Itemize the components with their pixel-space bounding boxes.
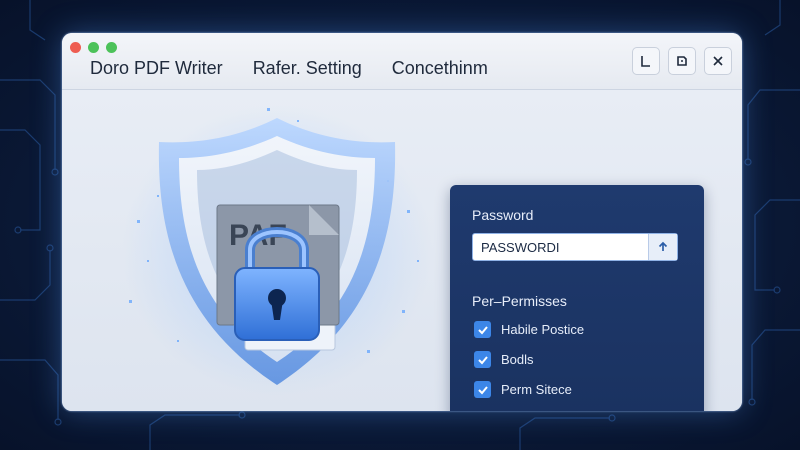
permission-item[interactable]: Perm Sitece [474,381,572,398]
traffic-lights [70,42,117,53]
menu-item-app[interactable]: Doro PDF Writer [90,58,223,79]
menu-item-concethinm[interactable]: Concethinm [392,58,488,79]
minimize-button[interactable] [632,47,660,75]
permission-item[interactable]: Habile Postice [474,321,584,338]
title-bar: Doro PDF Writer Rafer. Setting Concethin… [62,33,742,90]
permission-item[interactable]: Bodls [474,351,534,368]
close-button[interactable] [704,47,732,75]
checkbox[interactable] [474,321,491,338]
checkbox[interactable] [474,381,491,398]
close-window-dot[interactable] [70,42,81,53]
maximize-window-dot[interactable] [106,42,117,53]
permission-label: Perm Sitece [501,382,572,397]
menu-bar: Doro PDF Writer Rafer. Setting Concethin… [90,58,488,79]
checkmark-icon [477,325,488,334]
restore-button[interactable] [668,47,696,75]
window-controls [632,47,732,75]
password-label: Password [472,207,534,223]
password-field [472,233,678,261]
arrow-up-icon [658,241,668,251]
checkmark-icon [477,385,488,394]
app-window: Doro PDF Writer Rafer. Setting Concethin… [62,33,742,411]
permission-label: Bodls [501,352,534,367]
minimize-window-dot[interactable] [88,42,99,53]
shield-illustration: PAF [122,105,432,395]
restore-icon [677,56,687,66]
password-input[interactable] [473,234,659,260]
security-panel: Password Per–Permisses Habile Postice [450,185,704,411]
permissions-title: Per–Permisses [472,293,567,309]
minimize-icon [641,56,650,67]
main-content: PAF Password Per–Permisses [62,90,742,411]
permission-label: Habile Postice [501,322,585,337]
menu-item-setting[interactable]: Rafer. Setting [253,58,362,79]
password-submit-button[interactable] [648,234,677,260]
checkbox[interactable] [474,351,491,368]
checkmark-icon [477,355,488,364]
close-icon [713,56,723,66]
